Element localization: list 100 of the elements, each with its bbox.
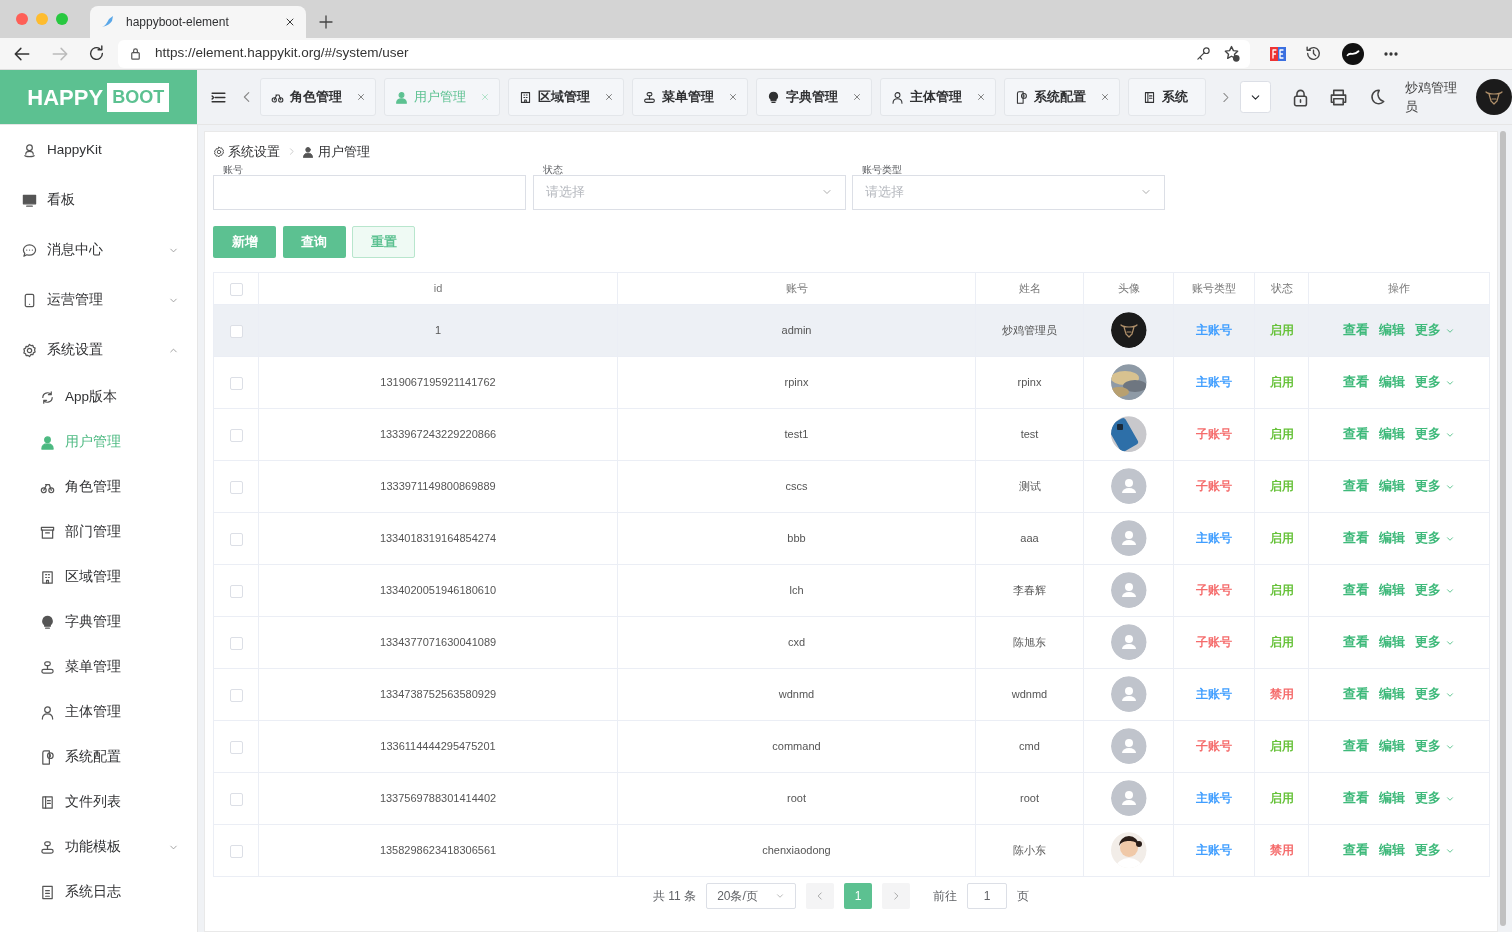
next-page-button[interactable] (882, 882, 911, 909)
window-control-icon[interactable] (16, 13, 28, 25)
history-icon[interactable] (1305, 45, 1322, 62)
checkbox[interactable] (229, 584, 243, 598)
new-tab-icon[interactable] (318, 14, 334, 30)
table-row[interactable]: 1333971149800869889 cscs 测试 子账号 启用 查看 编辑 更多 (213, 460, 1490, 513)
sidebar-item[interactable]: 菜单管理 (0, 645, 197, 690)
total-count: 共 11 条 (653, 887, 697, 905)
extension-icon[interactable] (1269, 46, 1286, 61)
prev-page-button[interactable] (806, 882, 835, 909)
checkbox[interactable] (229, 844, 243, 858)
address-bar[interactable]: https://element.happykit.org/#/system/user (118, 39, 1250, 68)
sidebar-item[interactable]: HappyKit (0, 125, 197, 175)
input-field[interactable] (213, 174, 526, 210)
page-tab[interactable]: 主体管理 (880, 78, 996, 116)
monitor-icon (22, 192, 37, 208)
sidebar-item[interactable]: App版本 (0, 375, 197, 420)
status-text: 启用 (1269, 531, 1294, 546)
sidebar-item[interactable]: 部门管理 (0, 510, 197, 555)
checkbox[interactable] (229, 376, 243, 390)
reload-icon[interactable] (88, 45, 105, 62)
menu-tree-icon (642, 90, 656, 104)
key-icon[interactable] (1196, 46, 1211, 61)
checkbox[interactable] (229, 428, 243, 442)
window-control-icon[interactable] (36, 13, 48, 25)
page-tab[interactable]: 角色管理 (260, 78, 376, 116)
page-input[interactable]: 1 (967, 882, 1008, 909)
scrollbar[interactable] (1500, 131, 1506, 926)
checkbox[interactable] (229, 792, 243, 806)
sidebar-item[interactable]: 看板 (0, 175, 197, 225)
table-cell: cxd (787, 636, 806, 648)
checkbox[interactable] (229, 740, 243, 754)
checkbox[interactable] (229, 636, 243, 650)
column-header: 头像 (1117, 282, 1140, 294)
table-cell: 李春辉 (1013, 584, 1046, 596)
account-type: 子账号 (1196, 635, 1232, 650)
sidebar-item[interactable]: 系统日志 (0, 870, 197, 915)
table-row[interactable]: 1358298623418306561 chenxiaodong 陈小东 主账号 禁用 查看 编辑 更多 (213, 824, 1490, 877)
user-icon (40, 705, 55, 720)
status-text: 启用 (1269, 427, 1294, 442)
checkbox[interactable] (229, 480, 243, 494)
sidebar-item[interactable]: 主体管理 (0, 690, 197, 735)
printer-icon[interactable] (1329, 87, 1349, 107)
sidebar-item[interactable]: 系统配置 (0, 735, 197, 780)
select-field[interactable]: 请选择 (545, 175, 821, 209)
checkbox[interactable] (229, 688, 243, 702)
sidebar-item[interactable]: 系统设置 (0, 325, 197, 375)
profile-icon[interactable] (1341, 42, 1364, 65)
breadcrumb-item[interactable]: 用户管理 (302, 142, 370, 162)
page-tab[interactable]: 字典管理 (756, 78, 872, 116)
table-cell: 1 (434, 324, 442, 336)
sidebar-item[interactable]: 角色管理 (0, 465, 197, 510)
table-row[interactable]: 1334020051946180610 lch 李春辉 子账号 启用 查看 编辑 更多 (213, 564, 1490, 617)
bird-icon (100, 14, 116, 30)
page-tab[interactable]: 系统 (1128, 78, 1206, 116)
checkbox[interactable] (229, 282, 243, 296)
table-row[interactable]: 1334738752563580929 wdnmd wdnmd 主账号 禁用 查看 编辑 更多 (213, 668, 1490, 721)
menu-tree-icon (40, 660, 55, 675)
account-type: 主账号 (1196, 791, 1232, 806)
table-row[interactable]: 1336114444295475201 command cmd 子账号 启用 查看 编辑 更多 (213, 720, 1490, 773)
tabs-dropdown-button[interactable] (1239, 81, 1272, 113)
table-row[interactable]: 1334377071630041089 cxd 陈旭东 子账号 启用 查看 编辑 更多 (213, 616, 1490, 669)
user-avatar[interactable] (1476, 79, 1512, 115)
table-cell: cscs (785, 480, 808, 492)
table-row[interactable]: 1337569788301414402 root root 主账号 启用 查看 编辑 更多 (213, 772, 1490, 825)
sidebar-item[interactable]: 区域管理 (0, 555, 197, 600)
breadcrumb-item[interactable]: 系统设置 (213, 142, 281, 162)
page-tab[interactable]: 区域管理 (508, 78, 624, 116)
status-text: 禁用 (1269, 687, 1294, 702)
page-tab[interactable]: 系统配置 (1004, 78, 1120, 116)
account-type: 子账号 (1196, 583, 1232, 598)
status-text: 启用 (1269, 323, 1294, 338)
sidebar-item[interactable]: 功能模板 (0, 825, 197, 870)
logo-text: HAPPY (27, 83, 104, 112)
window-control-icon[interactable] (56, 13, 68, 25)
menu-tree-icon (40, 840, 55, 855)
sidebar-item[interactable]: 字典管理 (0, 600, 197, 645)
field-label: 账号类型 (861, 164, 903, 175)
user-name[interactable]: 炒鸡管理员 (1405, 77, 1469, 117)
sidebar-item[interactable]: 消息中心 (0, 225, 197, 275)
checkbox[interactable] (229, 324, 243, 338)
sidebar-item[interactable]: 文件列表 (0, 780, 197, 825)
sidebar-item[interactable]: 运营管理 (0, 275, 197, 325)
log-icon (40, 885, 55, 900)
account-type: 主账号 (1196, 375, 1232, 390)
table-cell: 1336114444295475201 (380, 740, 496, 752)
table-row[interactable]: 1319067195921141762 rpinx rpinx 主账号 启用 查看 编辑 更多 (213, 356, 1490, 409)
table-cell: 1334738752563580929 (379, 688, 497, 700)
browser-tab[interactable]: happyboot-element (90, 6, 306, 38)
table-row[interactable]: 1 admin 炒鸡管理员 主账号 启用 查看 编辑 更多 (213, 304, 1490, 357)
table-row[interactable]: 1334018319164854274 bbb aaa 主账号 启用 查看 编辑 更多 (213, 512, 1490, 565)
select-field[interactable]: 请选择 (532, 174, 846, 210)
favorite-add-icon[interactable] (1223, 45, 1240, 62)
checkbox[interactable] (229, 532, 243, 546)
select-field[interactable]: 请选择 (865, 175, 1140, 209)
close-icon[interactable] (284, 16, 296, 28)
page-tab[interactable]: 菜单管理 (632, 78, 748, 116)
page-size-select[interactable]: 20条/页 (706, 882, 797, 909)
table-row[interactable]: 1333967243229220866 test1 test 子账号 启用 查看 编辑 更多 (213, 408, 1490, 461)
select-field[interactable]: 请选择 (852, 174, 1165, 210)
